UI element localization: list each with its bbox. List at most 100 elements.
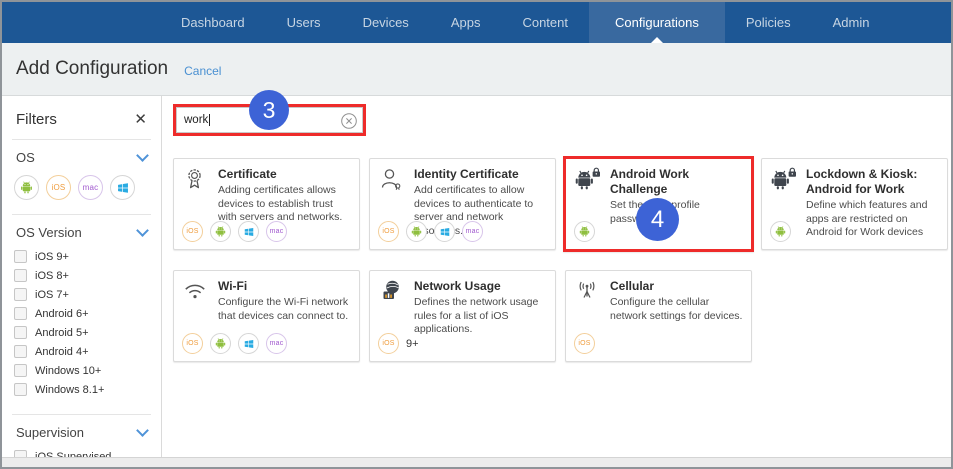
ios-badge-icon: iOS xyxy=(182,333,203,354)
active-tab-caret-icon xyxy=(651,37,663,43)
platform-badges xyxy=(574,221,595,242)
android-badge-icon xyxy=(210,333,231,354)
nav-items: Dashboard Users Devices Apps Content Con… xyxy=(160,2,890,43)
search-value: work xyxy=(184,114,208,126)
os-section-label: OS xyxy=(16,150,35,165)
checkbox-windows-81[interactable]: Windows 8.1+ xyxy=(14,383,149,396)
checkbox-box[interactable] xyxy=(14,364,27,377)
platform-badges xyxy=(770,221,791,242)
wifi-icon xyxy=(183,279,211,305)
horizontal-scrollbar[interactable] xyxy=(2,457,951,467)
checkbox-box[interactable] xyxy=(14,269,27,282)
checkbox-label: Windows 10+ xyxy=(35,365,101,377)
checkbox-label: Android 5+ xyxy=(35,327,89,339)
platform-badges: iOS mac xyxy=(182,221,287,242)
checkbox-windows-10[interactable]: Windows 10+ xyxy=(14,364,149,377)
android-badge-icon xyxy=(406,221,427,242)
nav-dashboard[interactable]: Dashboard xyxy=(160,2,266,43)
chevron-down-icon[interactable] xyxy=(136,149,149,162)
nav-configurations-label: Configurations xyxy=(615,15,699,30)
card-certificate[interactable]: Certificate Adding certificates allows d… xyxy=(173,158,360,250)
checkbox-label: iOS 8+ xyxy=(35,270,69,282)
card-identity-certificate[interactable]: Identity Certificate Add certificates to… xyxy=(369,158,556,250)
checkbox-ios-7[interactable]: iOS 7+ xyxy=(14,288,149,301)
ios-badge-icon: iOS xyxy=(378,221,399,242)
identity-person-icon xyxy=(379,167,407,193)
nav-policies[interactable]: Policies xyxy=(725,2,812,43)
card-description: Adding certificates allows devices to es… xyxy=(218,184,353,225)
card-network-usage[interactable]: Network Usage Defines the network usage … xyxy=(369,270,556,362)
chevron-down-icon[interactable] xyxy=(136,424,149,437)
filters-title: Filters xyxy=(16,111,57,128)
top-nav: Dashboard Users Devices Apps Content Con… xyxy=(2,2,951,43)
network-usage-globe-icon xyxy=(379,279,407,305)
ios-filter-icon[interactable]: iOS xyxy=(46,175,71,200)
platform-badges: iOS xyxy=(574,333,595,354)
card-description: Define which features and apps are restr… xyxy=(806,199,941,240)
card-description: Defines the network usage rules for a li… xyxy=(414,296,549,337)
checkbox-android-5[interactable]: Android 5+ xyxy=(14,326,149,339)
checkbox-box[interactable] xyxy=(14,383,27,396)
checkbox-box[interactable] xyxy=(14,288,27,301)
card-title: Certificate xyxy=(218,167,353,182)
supervision-section-label: Supervision xyxy=(16,425,84,440)
nav-apps[interactable]: Apps xyxy=(430,2,502,43)
card-wifi[interactable]: Wi-Fi Configure the Wi-Fi network that d… xyxy=(173,270,360,362)
card-android-work-challenge[interactable]: Android Work Challenge Set the work prof… xyxy=(563,156,754,252)
platform-badges: iOS 9+ xyxy=(378,333,419,354)
mac-filter-icon[interactable]: mac xyxy=(78,175,103,200)
card-title: Cellular xyxy=(610,279,745,294)
checkbox-label: Android 6+ xyxy=(35,308,89,320)
android-badge-icon xyxy=(210,221,231,242)
checkbox-box[interactable] xyxy=(14,307,27,320)
card-title: Lockdown & Kiosk: Android for Work xyxy=(806,167,941,197)
checkbox-android-4[interactable]: Android 4+ xyxy=(14,345,149,358)
page-title: Add Configuration xyxy=(16,58,168,80)
android-lock-icon xyxy=(575,167,603,193)
nav-content[interactable]: Content xyxy=(501,2,589,43)
card-title: Wi-Fi xyxy=(218,279,353,294)
checkbox-box[interactable] xyxy=(14,345,27,358)
checkbox-android-6[interactable]: Android 6+ xyxy=(14,307,149,320)
nav-admin[interactable]: Admin xyxy=(812,2,891,43)
card-lockdown-kiosk[interactable]: Lockdown & Kiosk: Android for Work Defin… xyxy=(761,158,948,250)
os-version-options: iOS 9+ iOS 8+ iOS 7+ Android 6+ Android … xyxy=(2,248,161,414)
checkbox-box[interactable] xyxy=(14,326,27,339)
windows-badge-icon xyxy=(238,333,259,354)
mac-badge-icon: mac xyxy=(266,333,287,354)
checkbox-ios-9[interactable]: iOS 9+ xyxy=(14,250,149,263)
ios-label: iOS xyxy=(52,183,66,192)
chevron-down-icon[interactable] xyxy=(136,224,149,237)
card-title: Identity Certificate xyxy=(414,167,549,182)
nav-configurations[interactable]: Configurations xyxy=(589,2,725,43)
filters-sidebar: Filters ✕ OS iOS mac OS Version iOS 9+ xyxy=(2,96,162,459)
cancel-link[interactable]: Cancel xyxy=(184,64,221,78)
os-version-section-label: OS Version xyxy=(16,225,82,240)
windows-badge-icon xyxy=(434,221,455,242)
platform-badges: iOS mac xyxy=(378,221,483,242)
ios-badge-icon: iOS xyxy=(378,333,399,354)
annotation-step-4-badge: 4 xyxy=(636,198,679,241)
ios-badge-icon: iOS xyxy=(182,221,203,242)
text-cursor xyxy=(209,114,210,126)
card-description: Configure the Wi-Fi network that devices… xyxy=(218,296,353,323)
checkbox-ios-8[interactable]: iOS 8+ xyxy=(14,269,149,282)
android-filter-icon[interactable] xyxy=(14,175,39,200)
nav-users[interactable]: Users xyxy=(266,2,342,43)
configuration-cards: Certificate Adding certificates allows d… xyxy=(173,158,948,362)
page-header: Add Configuration Cancel xyxy=(2,43,951,96)
checkbox-box[interactable] xyxy=(14,250,27,263)
card-title: Network Usage xyxy=(414,279,549,294)
close-filters-icon[interactable]: ✕ xyxy=(134,112,147,127)
os-filter-icons: iOS mac xyxy=(2,173,161,214)
clear-search-icon[interactable] xyxy=(340,112,358,130)
main-content: work 3 Certificate Adding certificates a… xyxy=(162,96,951,459)
windows-badge-icon xyxy=(238,221,259,242)
nav-devices[interactable]: Devices xyxy=(342,2,430,43)
android-lock-icon xyxy=(771,167,799,193)
windows-filter-icon[interactable] xyxy=(110,175,135,200)
android-badge-icon xyxy=(770,221,791,242)
card-cellular[interactable]: Cellular Configure the cellular network … xyxy=(565,270,752,362)
platform-badges: iOS mac xyxy=(182,333,287,354)
mac-label: mac xyxy=(83,183,99,192)
